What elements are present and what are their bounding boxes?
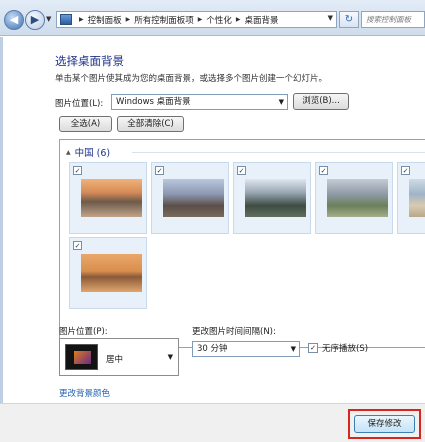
bottom-bar: 保存修改 (0, 403, 425, 442)
breadcrumb-all-items[interactable]: 所有控制面板项 (134, 14, 194, 26)
chevron-down-icon: ▼ (167, 353, 173, 361)
tile-checkbox[interactable]: ✓ (319, 166, 328, 175)
clear-all-button[interactable]: 全部清除(C) (117, 116, 184, 132)
change-background-color-link[interactable]: 更改背景颜色 (59, 387, 110, 399)
tile-checkbox[interactable]: ✓ (73, 241, 82, 250)
breadcrumb-personalization[interactable]: 个性化 (206, 14, 232, 26)
group-header[interactable]: ▲ 中国 (6) (66, 145, 110, 159)
wallpaper-tile-2[interactable]: ✓ (151, 162, 229, 234)
group-label: 中国 (6) (74, 148, 111, 159)
save-button[interactable]: 保存修改 (354, 415, 415, 433)
tile-checkbox[interactable]: ✓ (155, 166, 164, 175)
picture-position-label: 图片位置(P): (59, 327, 108, 337)
wallpaper-thumbnail-coastline (409, 179, 425, 217)
refresh-icon[interactable]: ↻ (339, 11, 359, 28)
history-dropdown-icon[interactable]: ▼ (46, 15, 51, 23)
save-button-highlight: 保存修改 (348, 409, 421, 439)
address-dropdown-icon[interactable]: ▼ (328, 14, 333, 22)
back-arrow-icon[interactable]: ◀ (4, 10, 24, 30)
wallpaper-gallery[interactable]: ▲ 中国 (6) ✓ ✓ ✓ ✓ ✓ ✓ (59, 139, 425, 348)
breadcrumb-separator-icon[interactable]: ▶ (126, 16, 131, 23)
address-bar[interactable]: ▶ 控制面板 ▶ 所有控制面板项 ▶ 个性化 ▶ 桌面背景 ▼ (56, 11, 337, 28)
picture-position-select[interactable]: 居中 ▼ (59, 338, 179, 376)
position-preview-icon (65, 344, 98, 370)
search-input[interactable]: 搜索控制面板 (361, 11, 425, 28)
collapse-triangle-icon[interactable]: ▲ (66, 149, 71, 156)
wallpaper-tile-4[interactable]: ✓ (315, 162, 393, 234)
wallpaper-thumbnail-great-wall (163, 179, 224, 217)
tile-checkbox[interactable]: ✓ (73, 166, 82, 175)
breadcrumb-separator-icon[interactable]: ▶ (198, 16, 203, 23)
breadcrumb-control-panel[interactable]: 控制面板 (88, 14, 122, 26)
wallpaper-tile-3[interactable]: ✓ (233, 162, 311, 234)
shuffle-checkbox[interactable]: ✓ (308, 343, 318, 353)
wallpaper-tile-5[interactable]: ✓ (397, 162, 425, 234)
wallpaper-thumbnail-mountain-peaks (245, 179, 306, 217)
browse-button[interactable]: 浏览(B)... (293, 93, 349, 110)
picture-location-value: Windows 桌面背景 (116, 97, 191, 107)
wallpaper-tile-1[interactable]: ✓ (69, 162, 147, 234)
group-divider (132, 152, 425, 153)
page-description: 单击某个图片使其成为您的桌面背景，或选择多个图片创建一个幻灯片。 (55, 74, 328, 84)
shuffle-option[interactable]: ✓ 无序播放(S) (308, 342, 368, 354)
wallpaper-thumbnail-terraced-fields (327, 179, 388, 217)
page-title: 选择桌面背景 (55, 54, 124, 68)
wallpaper-thumbnail-karst-river (81, 179, 142, 217)
chevron-down-icon: ▼ (278, 98, 284, 106)
forward-arrow-icon[interactable]: ▶ (25, 10, 45, 30)
interval-select[interactable]: 30 分钟 ▼ (192, 341, 300, 357)
select-all-button[interactable]: 全选(A) (59, 116, 112, 132)
breadcrumb-desktop-background[interactable]: 桌面背景 (245, 14, 279, 26)
chevron-down-icon: ▼ (290, 345, 296, 353)
picture-position-value: 居中 (106, 355, 124, 365)
breadcrumb-separator-icon[interactable]: ▶ (79, 16, 84, 23)
picture-location-label: 图片位置(L): (55, 99, 104, 109)
tile-checkbox[interactable]: ✓ (401, 166, 410, 175)
shuffle-label: 无序播放(S) (322, 344, 369, 354)
interval-value: 30 分钟 (197, 344, 228, 354)
wallpaper-thumbnail-seventeen-arch-bridge (81, 254, 142, 292)
breadcrumb-separator-icon[interactable]: ▶ (236, 16, 241, 23)
picture-location-select[interactable]: Windows 桌面背景 ▼ (111, 94, 288, 110)
address-toolbar: ◀ ▶ ▼ ▶ 控制面板 ▶ 所有控制面板项 ▶ 个性化 ▶ 桌面背景 ▼ ↻ … (0, 0, 425, 36)
control-panel-icon (60, 14, 72, 25)
main-content: 选择桌面背景 单击某个图片使其成为您的桌面背景，或选择多个图片创建一个幻灯片。 … (0, 37, 425, 403)
wallpaper-tile-6[interactable]: ✓ (69, 237, 147, 309)
interval-label: 更改图片时间间隔(N): (192, 327, 276, 337)
tile-checkbox[interactable]: ✓ (237, 166, 246, 175)
